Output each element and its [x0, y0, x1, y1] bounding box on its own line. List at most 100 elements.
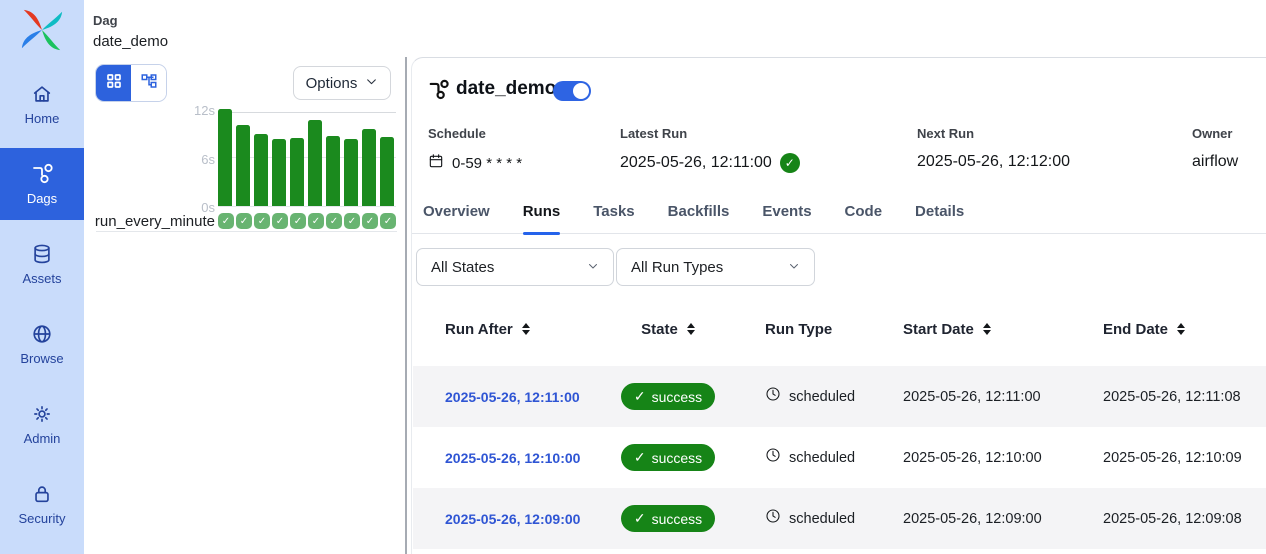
dag-pause-toggle[interactable]	[553, 81, 591, 101]
state-badge[interactable]: ✓ success	[621, 383, 715, 410]
clock-icon	[765, 447, 781, 468]
task-instance-success-badge[interactable]: ✓	[344, 213, 360, 229]
sort-icon	[522, 323, 530, 335]
options-button-label: Options	[306, 75, 358, 92]
sidebar-item-label: Admin	[24, 431, 61, 446]
run-type-value: scheduled	[789, 450, 855, 466]
task-state-badge-row: ✓✓✓✓✓✓✓✓✓✓	[218, 213, 396, 229]
sidebar-item-browse[interactable]: Browse	[0, 308, 84, 380]
airflow-dag-page: HomeDagsAssetsBrowseAdminSecurity Dag da…	[0, 0, 1266, 554]
task-instance-success-badge[interactable]: ✓	[308, 213, 324, 229]
column-header-state[interactable]: State	[613, 306, 723, 352]
run-after-link[interactable]: 2025-05-26, 12:10:00	[445, 450, 580, 466]
sidebar-item-label: Assets	[22, 271, 61, 286]
graph-view-button[interactable]	[131, 65, 166, 101]
clock-icon	[765, 508, 781, 529]
state-badge[interactable]: ✓success	[621, 444, 715, 471]
tab-runs[interactable]: Runs	[523, 203, 561, 233]
run-after-link[interactable]: 2025-05-26, 12:11:00	[445, 389, 580, 405]
chevron-down-icon	[788, 259, 800, 276]
lock-icon	[30, 482, 54, 506]
task-label[interactable]: run_every_minute	[60, 213, 215, 230]
sidebar-item-dags[interactable]: Dags	[0, 148, 84, 220]
sidebar-item-label: Dags	[27, 191, 57, 206]
run-duration-bar[interactable]	[254, 134, 268, 206]
task-instance-success-badge[interactable]: ✓	[218, 213, 234, 229]
run-duration-bar[interactable]	[344, 139, 358, 206]
tab-code[interactable]: Code	[845, 203, 883, 233]
sidebar-nav: Home Dags Assets Browse Admin Security	[0, 68, 84, 548]
next-run-value: 2025-05-26, 12:12:00	[917, 153, 1070, 171]
sidebar-item-security[interactable]: Security	[0, 468, 84, 540]
gear-icon	[30, 402, 54, 426]
end-date-value: 2025-05-26, 12:10:09	[1103, 450, 1242, 466]
grid-view-button[interactable]	[96, 65, 131, 101]
task-instance-success-badge[interactable]: ✓	[362, 213, 378, 229]
sidebar-item-home[interactable]: Home	[0, 68, 84, 140]
task-instance-success-badge[interactable]: ✓	[380, 213, 396, 229]
column-header-label: Start Date	[903, 321, 974, 338]
column-header-label: Run After	[445, 321, 513, 338]
run-duration-bar[interactable]	[380, 137, 394, 206]
state-filter-select[interactable]: All States	[416, 248, 614, 286]
latest-run-label: Latest Run	[620, 126, 687, 141]
run-after-link[interactable]: 2025-05-26, 12:09:00	[445, 511, 580, 527]
task-instance-success-badge[interactable]: ✓	[290, 213, 306, 229]
start-date-value: 2025-05-26, 12:10:00	[903, 450, 1042, 466]
run-duration-bar[interactable]	[236, 125, 250, 206]
check-icon: ✓	[634, 388, 646, 405]
sidebar-item-admin[interactable]: Admin	[0, 388, 84, 460]
next-run-label: Next Run	[917, 126, 974, 141]
breadcrumb-dag-name: date_demo	[93, 33, 168, 50]
run-duration-bar[interactable]	[326, 136, 340, 206]
y-axis-tick: 6s	[175, 152, 215, 167]
table-row: 2025-05-26, 12:10:00 ✓success scheduled 202…	[413, 427, 1266, 488]
panel-divider[interactable]	[405, 57, 407, 554]
tab-overview[interactable]: Overview	[423, 203, 490, 233]
check-icon: ✓	[634, 510, 646, 527]
sort-icon	[1177, 323, 1185, 335]
column-header-label: Run Type	[765, 321, 832, 338]
state-badge[interactable]: ✓ success	[621, 505, 715, 532]
sidebar-item-label: Home	[25, 111, 60, 126]
sort-icon	[983, 323, 991, 335]
owner-label: Owner	[1192, 126, 1232, 141]
airflow-logo-icon[interactable]	[19, 7, 65, 53]
owner-value[interactable]: airflow	[1192, 153, 1238, 171]
tab-events[interactable]: Events	[762, 203, 811, 233]
column-header-end-date[interactable]: End Date	[1103, 306, 1185, 352]
run-duration-bar[interactable]	[290, 138, 304, 206]
run-duration-bar[interactable]	[272, 139, 286, 206]
task-row-divider	[96, 231, 397, 232]
task-instance-success-badge[interactable]: ✓	[236, 213, 252, 229]
task-instance-success-badge[interactable]: ✓	[326, 213, 342, 229]
column-header-start-date[interactable]: Start Date	[903, 306, 991, 352]
task-instance-success-badge[interactable]: ✓	[272, 213, 288, 229]
column-header-run-after[interactable]: Run After	[445, 306, 530, 352]
run-duration-bar[interactable]	[362, 129, 376, 206]
column-header-label: State	[641, 321, 678, 338]
column-header-run-type: Run Type	[765, 306, 832, 352]
clock-icon	[765, 386, 781, 407]
chevron-down-icon	[365, 75, 378, 92]
table-row: 2025-05-26, 12:11:00✓successscheduled202…	[413, 366, 1266, 427]
latest-run-value[interactable]: 2025-05-26, 12:11:00 ✓	[620, 153, 800, 173]
sort-icon	[687, 323, 695, 335]
tab-tasks[interactable]: Tasks	[593, 203, 634, 233]
state-label: success	[652, 389, 703, 405]
sidebar-item-label: Security	[19, 511, 66, 526]
sidebar-item-assets[interactable]: Assets	[0, 228, 84, 300]
start-date-value: 2025-05-26, 12:11:00	[903, 389, 1041, 405]
runs-table-header: Run After State Run Type Start Date End Date	[413, 306, 1266, 352]
tab-details[interactable]: Details	[915, 203, 964, 233]
task-instance-success-badge[interactable]: ✓	[254, 213, 270, 229]
run-duration-bar[interactable]	[218, 109, 232, 206]
end-date-value: 2025-05-26, 12:09:08	[1103, 511, 1242, 527]
tab-backfills[interactable]: Backfills	[668, 203, 730, 233]
options-button[interactable]: Options	[293, 66, 391, 100]
chevron-down-icon	[587, 259, 599, 276]
state-label: success	[652, 450, 703, 466]
run-duration-bar[interactable]	[308, 120, 322, 206]
run-type-filter-select[interactable]: All Run Types	[616, 248, 815, 286]
state-label: success	[652, 511, 703, 527]
